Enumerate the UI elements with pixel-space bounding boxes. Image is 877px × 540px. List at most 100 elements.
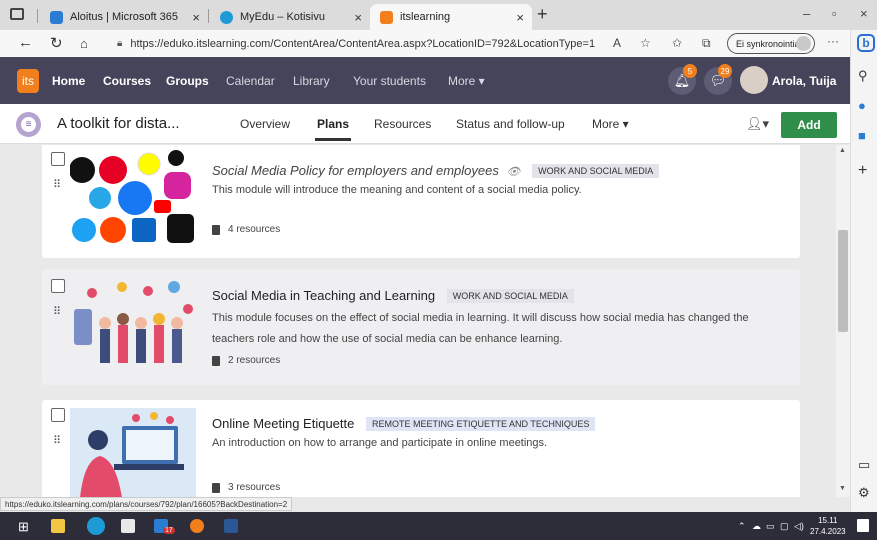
drag-handle-icon[interactable]: ⠿ — [53, 305, 61, 318]
module-title[interactable]: Online Meeting Etiquette REMOTE MEETING … — [212, 416, 596, 431]
address-bar: ← ↻ ⌂ 🔒︎ https://eduko.itslearning.com/C… — [0, 30, 850, 57]
nav-home[interactable]: Home — [52, 74, 85, 88]
resources-count: 3 resources — [228, 482, 281, 493]
window-menu-icon[interactable] — [10, 8, 24, 20]
module-checkbox[interactable] — [51, 408, 65, 422]
tab-title: MyEdu – Kotisivu — [240, 11, 325, 23]
module-checkbox[interactable] — [51, 152, 65, 166]
close-icon[interactable]: × — [516, 10, 524, 25]
sync-label: Ei synkronointia — [736, 38, 800, 49]
document-icon — [212, 355, 220, 366]
module-title[interactable]: Social Media in Teaching and Learning WO… — [212, 288, 574, 303]
itslearning-icon — [380, 10, 393, 24]
nav-more[interactable]: More ▾ — [448, 74, 485, 88]
nav-courses[interactable]: Courses — [103, 74, 151, 88]
messages-badge: 29 — [718, 64, 732, 78]
home-icon[interactable]: ⌂ — [80, 36, 88, 51]
clock-date: 27.4.2023 — [810, 527, 846, 536]
module-card[interactable]: ⠿ Social Media Policy for employers and … — [42, 145, 800, 258]
display-icon[interactable]: ▢ — [780, 521, 789, 532]
outlook-icon[interactable]: ■ — [858, 128, 866, 143]
volume-icon[interactable]: ◁) — [794, 521, 804, 532]
settings-menu-button[interactable]: ··· — [827, 34, 839, 48]
module-card[interactable]: ⠿ Online Meeting Etiquette REMOTE MEETIN… — [42, 400, 800, 497]
module-resources[interactable]: 3 resources — [212, 482, 280, 493]
bing-icon[interactable]: b — [857, 34, 875, 52]
close-window-icon[interactable]: × — [860, 6, 868, 21]
minimize-icon[interactable]: – — [803, 6, 810, 21]
module-resources[interactable]: 4 resources — [212, 224, 280, 235]
scrollbar-thumb[interactable] — [838, 230, 848, 332]
tab-plans[interactable]: Plans — [314, 117, 352, 141]
scroll-up-icon[interactable]: ▲ — [839, 147, 846, 154]
participants-icon[interactable]: 👤︎▾ — [746, 116, 769, 132]
tab-myedu[interactable]: MyEdu – Kotisivu × — [210, 4, 370, 30]
search-icon[interactable]: ⚲ — [858, 68, 868, 84]
back-arrow-icon[interactable]: ← — [18, 34, 33, 51]
scroll-down-icon[interactable]: ▼ — [839, 485, 846, 492]
restore-icon[interactable]: ▫ — [832, 6, 837, 21]
close-icon[interactable]: × — [354, 10, 362, 25]
plans-list: ⠿ Social Media Policy for employers and … — [0, 145, 850, 497]
course-icon[interactable]: ≡ — [16, 112, 41, 137]
resources-count: 4 resources — [228, 224, 281, 235]
tab-status-follow-up[interactable]: Status and follow-up — [456, 117, 565, 131]
drag-handle-icon[interactable]: ⠿ — [53, 178, 61, 191]
tab-microsoft365[interactable]: Aloitus | Microsoft 365 × — [40, 4, 208, 30]
add-button[interactable]: Add — [781, 112, 837, 138]
module-checkbox[interactable] — [51, 279, 65, 293]
onedrive-icon[interactable]: ☁ — [752, 521, 761, 532]
tab-itslearning[interactable]: itslearning × — [370, 4, 532, 30]
course-title[interactable]: A toolkit for dista... — [57, 115, 180, 132]
document-icon — [212, 482, 220, 493]
word-icon[interactable] — [224, 519, 238, 533]
read-aloud-icon[interactable]: A — [613, 36, 621, 50]
system-clock[interactable]: 15.11 27.4.2023 — [810, 515, 846, 537]
module-card[interactable]: ⠿ Social Media in Teaching and Learning … — [42, 269, 800, 385]
hidden-eye-icon: 👁︎ — [506, 166, 521, 178]
nav-calendar[interactable]: Calendar — [226, 74, 275, 88]
favorites-icon[interactable]: ✩ — [672, 36, 682, 50]
drag-handle-icon[interactable]: ⠿ — [53, 434, 61, 447]
gear-icon[interactable]: ⚙ — [858, 485, 870, 501]
lock-icon: 🔒︎ — [117, 38, 123, 49]
tab-more[interactable]: More ▾ — [592, 117, 629, 131]
tray-chevron-icon[interactable]: ⌃ — [738, 521, 746, 532]
new-tab-button[interactable]: + — [537, 4, 548, 25]
url-field[interactable]: 🔒︎ https://eduko.itslearning.com/Content… — [117, 33, 657, 54]
user-avatar[interactable] — [740, 66, 768, 94]
shopping-icon[interactable]: ● — [858, 98, 866, 113]
close-icon[interactable]: × — [192, 10, 200, 25]
calendar-app-icon[interactable] — [121, 519, 135, 533]
file-explorer-icon[interactable] — [51, 519, 65, 533]
favorite-add-icon[interactable]: ☆ — [640, 36, 651, 50]
module-description: An introduction on how to arrange and pa… — [212, 437, 548, 449]
tab-separator — [37, 9, 38, 23]
resources-count: 2 resources — [228, 355, 281, 366]
notification-center-icon[interactable] — [857, 519, 869, 532]
tab-resources[interactable]: Resources — [374, 117, 431, 131]
its-logo[interactable]: its — [17, 69, 39, 93]
sidebar-toggle-icon[interactable]: ▭ — [858, 457, 870, 473]
nav-your-students[interactable]: Your students — [353, 74, 426, 88]
online-meeting-image — [70, 408, 196, 497]
tab-overview[interactable]: Overview — [240, 117, 290, 131]
network-icon[interactable]: ▭ — [766, 521, 775, 532]
refresh-icon[interactable]: ↻ — [50, 34, 63, 52]
user-name[interactable]: Arola, Tuija — [772, 74, 836, 88]
add-sidebar-icon[interactable]: + — [858, 162, 867, 180]
status-url: https://eduko.itslearning.com/plans/cour… — [0, 497, 293, 511]
nav-groups[interactable]: Groups — [166, 74, 209, 88]
module-title[interactable]: Social Media Policy for employers and em… — [212, 163, 660, 178]
module-resources[interactable]: 2 resources — [212, 355, 280, 366]
nav-library[interactable]: Library — [293, 74, 330, 88]
windows-start-icon[interactable]: ⊞ — [18, 519, 29, 535]
edge-browser-icon[interactable] — [87, 517, 105, 535]
profile-sync-button[interactable]: Ei synkronointia — [727, 33, 815, 54]
tab-title: Aloitus | Microsoft 365 — [70, 11, 179, 23]
firefox-icon[interactable] — [190, 519, 204, 533]
page-scrollbar[interactable]: ▲ ▼ — [836, 145, 850, 497]
collections-icon[interactable]: ⧉ — [702, 36, 711, 51]
module-title-text: Social Media in Teaching and Learning — [212, 288, 436, 303]
document-icon — [212, 224, 220, 235]
